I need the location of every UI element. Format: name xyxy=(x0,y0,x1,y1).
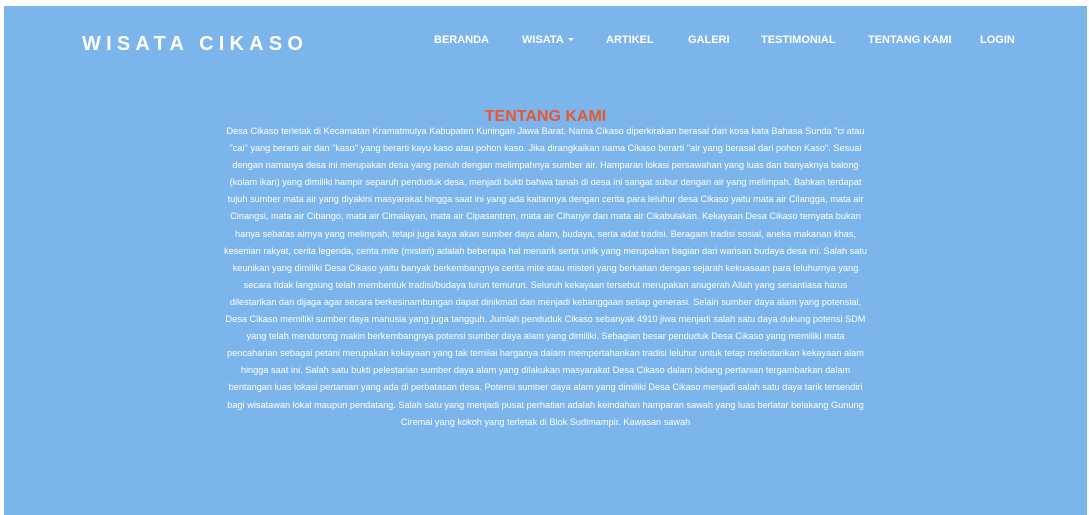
about-text: Desa Cikaso terletak di Kecamatan Kramat… xyxy=(224,126,867,427)
nav-tentang-kami[interactable]: TENTANG KAMI xyxy=(868,33,952,47)
nav-wisata-dropdown[interactable]: WISATA xyxy=(522,33,574,47)
nav-wisata-label: WISATA xyxy=(522,34,564,46)
caret-down-icon xyxy=(567,38,574,41)
nav-galeri[interactable]: GALERI xyxy=(688,33,730,47)
nav-beranda[interactable]: BERANDA xyxy=(434,33,489,47)
nav-login[interactable]: LOGIN xyxy=(980,33,1015,47)
page: WISATA CIKASO BERANDA WISATA ARTIKEL GAL… xyxy=(4,6,1087,515)
nav-testimonial[interactable]: TESTIMONIAL xyxy=(761,33,836,47)
brand-logo[interactable]: WISATA CIKASO xyxy=(82,34,308,54)
nav-artikel[interactable]: ARTIKEL xyxy=(606,33,654,47)
